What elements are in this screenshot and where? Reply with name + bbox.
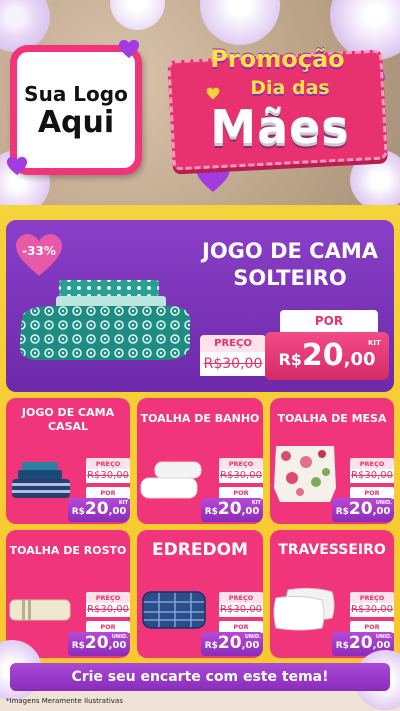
flower-icon: [110, 0, 165, 30]
price-new: R$ 20 ,00 UNID.: [68, 632, 130, 656]
card-title: EDREDOM: [137, 540, 263, 561]
product-card-travesseiro[interactable]: TRAVESSEIRO PREÇO R$30,00 POR R$ 20 ,00 …: [270, 530, 394, 658]
card-title: TOALHA DE BANHO: [137, 412, 263, 426]
currency: R$: [204, 507, 218, 517]
price-dec: ,00: [241, 506, 260, 517]
currency: R$: [335, 507, 349, 517]
featured-price-dec: ,00: [343, 349, 376, 370]
featured-price-int: 20: [301, 338, 344, 373]
featured-title-line1: JOGO DE CAMA: [202, 239, 378, 263]
price-old: R$30,00: [219, 603, 263, 617]
unit-tag: KIT: [118, 500, 128, 506]
heart-icon: [6, 155, 28, 177]
featured-price-old-label: PREÇO: [200, 335, 266, 352]
card-title-line1: TOALHA DE ROSTO: [9, 544, 127, 557]
featured-unit-tag: KIT: [368, 339, 381, 347]
card-title-line1: TOALHA DE MESA: [277, 412, 387, 425]
heart-icon: [118, 38, 140, 60]
promo-title-line3: Mães: [210, 100, 350, 154]
card-title: TOALHA DE ROSTO: [6, 544, 130, 558]
card-title-line1: EDREDOM: [152, 540, 248, 560]
card-title: TRAVESSEIRO: [270, 542, 394, 560]
flower-icon: [200, 0, 280, 45]
unit-tag: UNID.: [375, 500, 392, 506]
product-card-jogo-casal[interactable]: JOGO DE CAMA CASAL PREÇO R$30,00 POR R$ …: [6, 398, 130, 524]
promo-title: Promoção Dia das Mães: [167, 45, 388, 175]
comforter-image: [142, 591, 206, 629]
header: Sua Logo Aqui Promoção Dia das Mães: [0, 0, 400, 205]
featured-title-line2: SOLTEIRO: [233, 266, 347, 291]
bedding-image: [19, 280, 191, 360]
unit-tag: UNID.: [375, 634, 392, 640]
card-price: PREÇO R$30,00 POR R$ 20 ,00 UNID.: [201, 592, 263, 656]
price-int: 20: [84, 499, 109, 519]
card-title-line1: JOGO DE CAMA: [21, 406, 115, 419]
price-old: R$30,00: [350, 469, 394, 483]
price-int: 20: [84, 633, 109, 653]
towel-image: [140, 461, 202, 499]
card-title-line2: CASAL: [47, 419, 89, 433]
unit-tag: UNID.: [244, 634, 261, 640]
price-dec: ,00: [108, 506, 127, 517]
price-old: R$30,00: [350, 603, 394, 617]
card-title: TOALHA DE MESA: [270, 412, 394, 426]
tablecloth-image: [274, 446, 336, 502]
bedding-image: [12, 462, 70, 498]
card-price: PREÇO R$30,00 POR R$ 20 ,00 UNID.: [68, 592, 130, 656]
price-old: R$30,00: [219, 469, 263, 483]
price-int: 20: [348, 633, 373, 653]
card-price: PREÇO R$30,00 POR R$ 20 ,00 UNID.: [332, 458, 394, 522]
price-old: R$30,00: [86, 469, 130, 483]
promo-title-line1: Promoção: [210, 45, 345, 73]
price-new: R$ 20 ,00 KIT: [68, 498, 130, 522]
pillow-image: [273, 587, 335, 631]
product-card-edredom[interactable]: EDREDOM PREÇO R$30,00 POR R$ 20 ,00 UNID…: [137, 530, 263, 658]
featured-price-old: R$30,00: [200, 352, 266, 376]
card-price: PREÇO R$30,00 POR R$ 20 ,00 UNID.: [332, 592, 394, 656]
product-card-toalha-rosto[interactable]: TOALHA DE ROSTO PREÇO R$30,00 POR R$ 20 …: [6, 530, 130, 658]
currency: R$: [335, 641, 349, 651]
featured-title: JOGO DE CAMA SOLTEIRO: [190, 238, 390, 293]
towel-image: [9, 599, 71, 621]
currency: R$: [71, 507, 85, 517]
card-title: JOGO DE CAMA CASAL: [6, 406, 130, 434]
unit-tag: KIT: [251, 500, 261, 506]
price-new: R$ 20 ,00 KIT: [201, 498, 263, 522]
currency: R$: [204, 641, 218, 651]
card-price: PREÇO R$30,00 POR R$ 20 ,00 KIT: [68, 458, 130, 522]
price-dec: ,00: [108, 640, 127, 651]
logo-text-line2: Aqui: [37, 104, 115, 140]
card-title-line1: TOALHA DE BANHO: [140, 412, 260, 425]
currency: R$: [71, 641, 85, 651]
price-old: R$30,00: [86, 603, 130, 617]
promo-title-line2: Dia das: [250, 77, 330, 99]
featured-price-new-label: POR: [280, 310, 378, 332]
logo-placeholder[interactable]: Sua Logo Aqui: [10, 45, 142, 175]
featured-currency: R$: [278, 350, 302, 369]
card-title-line1: TRAVESSEIRO: [278, 542, 386, 558]
product-card-toalha-mesa[interactable]: TOALHA DE MESA PREÇO R$30,00 POR R$ 20 ,…: [270, 398, 394, 524]
heart-icon: [206, 87, 220, 100]
price-new: R$ 20 ,00 UNID.: [201, 632, 263, 656]
price-int: 20: [217, 499, 242, 519]
price-int: 20: [217, 633, 242, 653]
logo-text-line1: Sua Logo: [24, 81, 128, 106]
price-int: 20: [348, 499, 373, 519]
create-flyer-button[interactable]: Crie seu encarte com este tema!: [10, 663, 390, 691]
disclaimer-text: *Imagens Meramente Ilustrativas: [6, 697, 123, 705]
price-dec: ,00: [372, 506, 391, 517]
discount-value: -33%: [22, 244, 56, 258]
price-new: R$ 20 ,00 UNID.: [332, 498, 394, 522]
card-price: PREÇO R$30,00 POR R$ 20 ,00 KIT: [201, 458, 263, 522]
unit-tag: UNID.: [111, 634, 128, 640]
product-card-toalha-banho[interactable]: TOALHA DE BANHO PREÇO R$30,00 POR R$ 20 …: [137, 398, 263, 524]
price-dec: ,00: [241, 640, 260, 651]
